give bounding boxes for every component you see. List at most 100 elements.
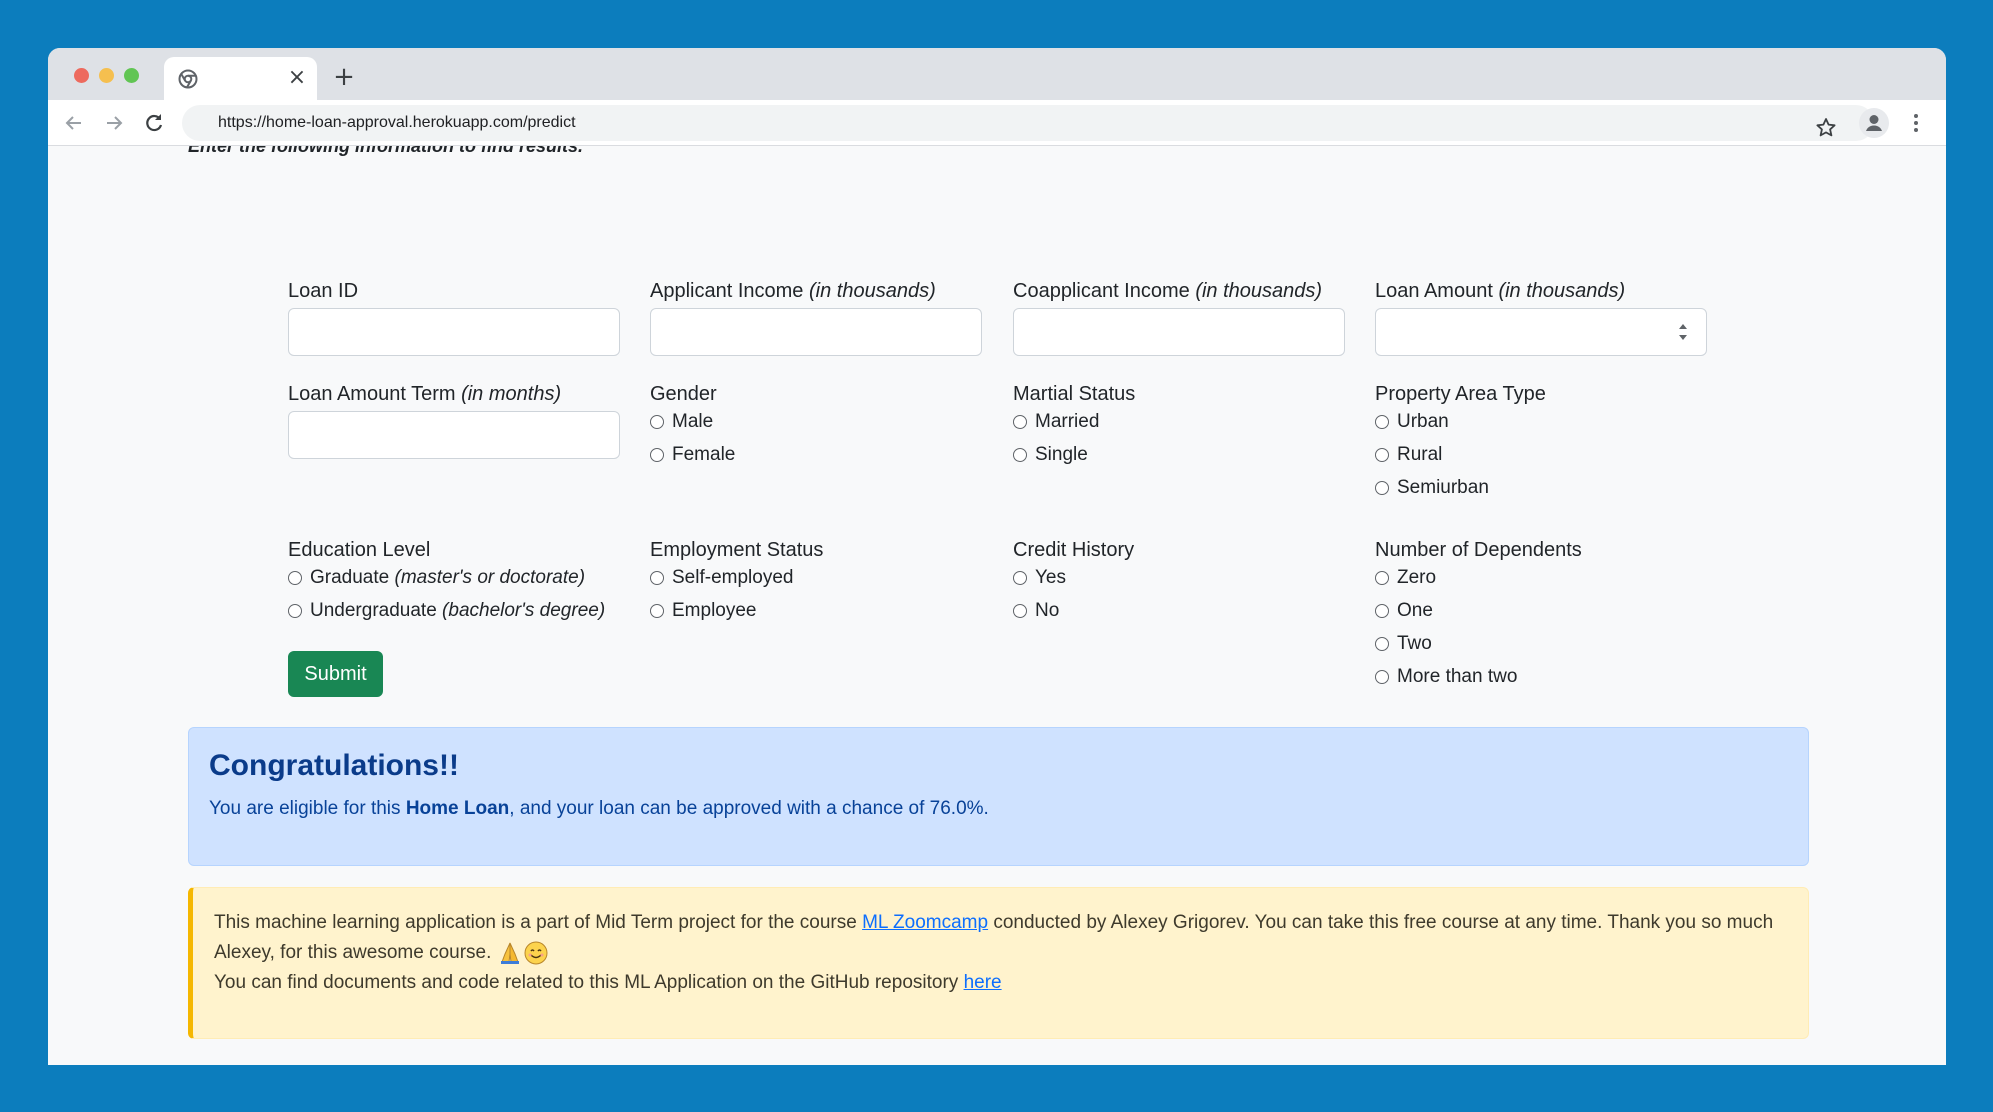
coapplicant-income-hint: (in thousands): [1195, 280, 1323, 302]
radio-circle[interactable]: [650, 448, 664, 462]
loan-id-label: Loan ID: [288, 278, 358, 304]
credit-history-label: Credit History: [1013, 539, 1135, 561]
dependents-radio-more-than-two[interactable]: More than two: [1375, 665, 1517, 689]
radio-label: Semiurban: [1397, 477, 1489, 498]
chrome-icon: [178, 69, 198, 89]
radio-label: One: [1397, 600, 1433, 621]
radio-circle[interactable]: [1375, 670, 1389, 684]
coapplicant-income-label-text: Coapplicant Income: [1013, 280, 1196, 302]
loan-amount-term-label: Loan Amount Term (in months): [288, 381, 561, 407]
radio-label: Employee: [672, 600, 757, 621]
radio-circle[interactable]: [1375, 448, 1389, 462]
education-radio-undergraduate[interactable]: Undergraduate (bachelor's degree): [288, 599, 605, 623]
browser-menu-icon[interactable]: [1904, 109, 1928, 137]
loan-id-label-text: Loan ID: [288, 280, 359, 302]
dependents-radio-one[interactable]: One: [1375, 599, 1433, 623]
radio-circle[interactable]: [1013, 448, 1027, 462]
martial-radio-married[interactable]: Married: [1013, 410, 1099, 434]
result-message-suffix: , and your loan can be approved with a c…: [509, 798, 989, 819]
minimize-window-button[interactable]: [99, 68, 114, 83]
gender-label: Gender: [650, 383, 717, 405]
property-radio-urban[interactable]: Urban: [1375, 410, 1449, 434]
credit-radio-yes[interactable]: Yes: [1013, 566, 1066, 590]
bookmark-star-icon[interactable]: [1812, 114, 1840, 142]
radio-circle[interactable]: [1375, 481, 1389, 495]
radio-label: Self-employed: [672, 567, 794, 588]
gender-radio-male[interactable]: Male: [650, 410, 713, 434]
number-spinner-icon[interactable]: [1678, 321, 1688, 343]
radio-circle[interactable]: [1013, 571, 1027, 585]
result-message-prefix: You are eligible for this: [209, 798, 406, 819]
smiling-face-emoji: [524, 941, 548, 965]
radio-label: Male: [672, 411, 714, 432]
applicant-income-label: Applicant Income (in thousands): [650, 278, 936, 304]
applicant-income-hint: (in thousands): [808, 280, 936, 302]
radio-circle[interactable]: [650, 415, 664, 429]
forward-arrow-icon[interactable]: [100, 109, 128, 137]
browser-window: × + https://home-loan-approval.herokuapp…: [48, 48, 1946, 1065]
loan-id-input[interactable]: [288, 308, 620, 356]
radio-circle[interactable]: [1375, 604, 1389, 618]
radio-label: Undergraduate: [310, 600, 437, 621]
browser-tab[interactable]: ×: [164, 57, 317, 100]
radio-circle[interactable]: [288, 571, 302, 585]
dependents-label: Number of Dependents: [1375, 539, 1582, 561]
applicant-income-input[interactable]: [650, 308, 982, 356]
github-here-link[interactable]: here: [964, 972, 1002, 993]
result-message-strong: Home Loan: [405, 798, 510, 819]
browser-toolbar: https://home-loan-approval.herokuapp.com…: [48, 100, 1946, 146]
radio-label: Two: [1397, 633, 1432, 654]
applicant-income-label-text: Applicant Income: [650, 280, 809, 302]
close-tab-icon[interactable]: ×: [286, 67, 308, 89]
dependents-radio-zero[interactable]: Zero: [1375, 566, 1436, 590]
radio-label: Zero: [1397, 567, 1437, 588]
result-message: You are eligible for this Home Loan, and…: [209, 796, 989, 822]
loan-amount-term-label-text: Loan Amount Term: [288, 383, 462, 405]
new-tab-button[interactable]: +: [332, 64, 356, 90]
radio-label: Graduate: [310, 567, 390, 588]
radio-circle[interactable]: [650, 604, 664, 618]
property-radio-semiurban[interactable]: Semiurban: [1375, 476, 1489, 500]
back-arrow-icon[interactable]: [60, 109, 88, 137]
radio-circle[interactable]: [288, 604, 302, 618]
radio-label: More than two: [1397, 666, 1518, 687]
education-radio-graduate[interactable]: Graduate (master's or doctorate): [288, 566, 585, 590]
maximize-window-button[interactable]: [124, 68, 139, 83]
employment-label: Employment Status: [650, 539, 824, 561]
loan-amount-term-input[interactable]: [288, 411, 620, 459]
submit-button[interactable]: Submit: [288, 651, 383, 697]
education-label: Education Level: [288, 539, 431, 561]
radio-circle[interactable]: [1013, 604, 1027, 618]
ml-zoomcamp-link[interactable]: ML Zoomcamp: [862, 912, 988, 933]
employment-radio-self-employed[interactable]: Self-employed: [650, 566, 793, 590]
loan-amount-term-hint: (in months): [461, 383, 562, 405]
radio-label: Yes: [1035, 567, 1066, 588]
martial-radio-single[interactable]: Single: [1013, 443, 1088, 467]
radio-circle[interactable]: [1013, 415, 1027, 429]
reload-icon[interactable]: [140, 109, 168, 137]
property-area-label: Property Area Type: [1375, 383, 1546, 405]
employment-radio-employee[interactable]: Employee: [650, 599, 757, 623]
info-text: This machine learning application is a p…: [214, 908, 1784, 998]
coapplicant-income-label: Coapplicant Income (in thousands): [1013, 278, 1322, 304]
info-line2-prefix: You can find documents and code related …: [214, 972, 964, 993]
loan-amount-input[interactable]: [1375, 308, 1707, 356]
profile-avatar-icon[interactable]: [1859, 108, 1889, 138]
loan-amount-hint: (in thousands): [1498, 280, 1626, 302]
intro-text: Enter the following information to find …: [188, 146, 583, 156]
credit-radio-no[interactable]: No: [1013, 599, 1059, 623]
tab-strip: × +: [48, 48, 1946, 100]
gender-radio-female[interactable]: Female: [650, 443, 735, 467]
dependents-radio-two[interactable]: Two: [1375, 632, 1432, 656]
loan-amount-label-text: Loan Amount: [1375, 280, 1499, 302]
radio-circle[interactable]: [650, 571, 664, 585]
property-radio-rural[interactable]: Rural: [1375, 443, 1442, 467]
url-text: https://home-loan-approval.herokuapp.com…: [218, 114, 576, 131]
radio-label: Female: [672, 444, 736, 465]
radio-circle[interactable]: [1375, 571, 1389, 585]
radio-circle[interactable]: [1375, 637, 1389, 651]
radio-circle[interactable]: [1375, 415, 1389, 429]
coapplicant-income-input[interactable]: [1013, 308, 1345, 356]
close-window-button[interactable]: [74, 68, 89, 83]
address-bar[interactable]: https://home-loan-approval.herokuapp.com…: [182, 105, 1874, 141]
